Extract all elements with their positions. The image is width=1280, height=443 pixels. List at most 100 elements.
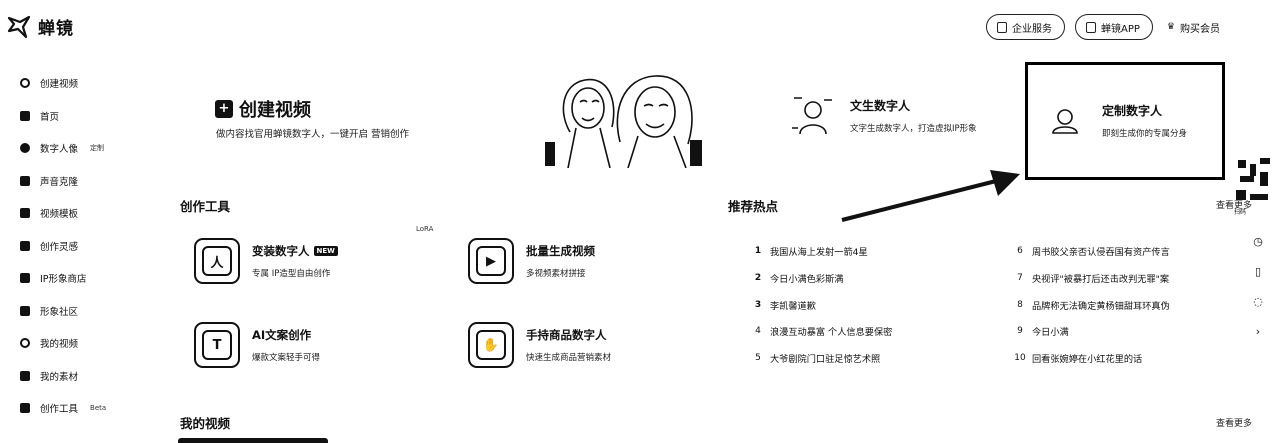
hot-text: 我国从海上发射一箭4星 <box>770 247 868 258</box>
enterprise-button[interactable]: 企业服务 <box>986 14 1066 40</box>
rank-number: 4 <box>755 326 761 337</box>
rank-number: 6 <box>1017 246 1023 256</box>
sidebar-item-tools[interactable]: 创作工具 Beta <box>20 397 150 419</box>
hot-section-title: 推荐热点 <box>728 199 779 214</box>
dress-up-icon: 人 <box>194 238 240 284</box>
crown-icon: ♛ <box>1166 22 1175 32</box>
sidebar-item-avatars[interactable]: 数字人像 定制 <box>20 137 150 159</box>
hot-text: 浪漫互动暴富 个人信息要保密 <box>770 327 893 339</box>
tool-glyph: ▶ <box>476 246 506 276</box>
logo-icon <box>7 15 31 39</box>
hot-text: 品牌称无法确定黄杨钿甜耳环真伪 <box>1032 300 1170 312</box>
hot-item[interactable]: 10 回看张婉婷在小红花里的话 <box>1014 348 1254 368</box>
vip-label: 购买会员 <box>1180 23 1220 35</box>
tool-desc: 爆款文案轻手可得 <box>252 353 321 363</box>
sidebar-item-my-assets[interactable]: 我的素材 <box>20 365 150 387</box>
top-bar: 企业服务 蝉镜APP ♛ 购买会员 <box>986 14 1224 40</box>
hot-item[interactable]: 7 央视评"被暴打后还击改判无罪"案 <box>1014 268 1254 288</box>
rank-medal-icon: 3 <box>754 299 762 310</box>
sidebar-item-community[interactable]: 形象社区 <box>20 300 150 322</box>
brand-name: 蝉镜 <box>38 18 74 39</box>
bulb-icon <box>20 240 30 251</box>
tool-desc: 多视频素材拼接 <box>526 269 586 279</box>
rank-medal-icon: 1 <box>754 246 762 256</box>
person-icon <box>20 143 30 153</box>
community-icon <box>20 305 30 316</box>
sidebar-item-voice-clone[interactable]: 声音克隆 <box>20 170 150 192</box>
video-icon <box>20 338 30 348</box>
hot-text: 周书胶父亲否认侵吞国有资产传言 <box>1032 247 1170 258</box>
hot-item[interactable]: 2 今日小满色彩斯满 <box>752 268 992 288</box>
hot-text: 今日小满色彩斯满 <box>770 273 844 285</box>
hero-title-text: 创建视频 <box>239 100 311 121</box>
sidebar-item-ip-shop[interactable]: IP形象商店 <box>20 267 150 289</box>
hot-item[interactable]: 4 浪漫互动暴富 个人信息要保密 <box>752 321 992 341</box>
beta-tag: Beta <box>90 404 107 412</box>
app-button[interactable]: 蝉镜APP <box>1075 14 1153 40</box>
hot-item[interactable]: 9 今日小满 <box>1014 321 1254 341</box>
tool-card-handheld-product[interactable]: ✋ 手持商品数字人 快速生成商品营销素材 <box>468 322 611 368</box>
tool-card-dress-up[interactable]: 人 变装数字人 NEW 专属 IP造型自由创作 <box>194 238 338 284</box>
sidebar-item-my-videos[interactable]: 我的视频 <box>20 332 150 354</box>
hot-item[interactable]: 6 周书胶父亲否认侵吞国有资产传言 <box>1014 241 1254 261</box>
hot-text: 李凯馨道歉 <box>770 300 816 312</box>
rank-number: 9 <box>1017 326 1023 337</box>
vip-button[interactable]: ♛ 购买会员 <box>1163 20 1224 35</box>
book-icon[interactable]: ▯ <box>1255 266 1261 278</box>
brand-logo[interactable]: 蝉镜 <box>6 13 74 39</box>
folder-icon <box>20 370 30 381</box>
custom-avatar-card[interactable]: 定制数字人 即刻生成你的专属分身 <box>1040 97 1187 143</box>
mic-icon <box>20 175 30 186</box>
robot-avatar-icon <box>792 97 832 135</box>
sidebar-item-label: 视频模板 <box>40 209 79 220</box>
sidebar-item-label: 创作灵感 <box>40 241 79 253</box>
text-to-avatar-card[interactable]: 文生数字人 文字生成数字人，打造虚拟IP形象 <box>788 92 977 138</box>
hot-list-right: 6 周书胶父亲否认侵吞国有资产传言 7 央视评"被暴打后还击改判无罪"案 8 品牌称无… <box>1014 241 1254 375</box>
sidebar-item-label: IP形象商店 <box>40 274 87 285</box>
lora-label: LoRA <box>416 225 434 233</box>
tool-desc: 专属 IP造型自由创作 <box>252 269 331 279</box>
hot-list-left: 1 我国从海上发射一箭4星 2 今日小满色彩斯满 3 李凯馨道歉 4 浪漫互动暴富 个人… <box>752 241 992 375</box>
hot-text: 回看张婉婷在小红花里的话 <box>1032 354 1143 366</box>
tools-icon <box>20 403 30 413</box>
feature-title: 定制数字人 <box>1102 103 1163 118</box>
tool-glyph: 人 <box>202 246 232 276</box>
qr-code-icon[interactable]: 扫码 <box>1230 150 1276 220</box>
template-icon <box>20 208 30 218</box>
clock-icon[interactable]: ◷ <box>1253 236 1263 248</box>
sidebar-item-label: 创作工具 <box>40 404 79 415</box>
tool-card-ai-copy[interactable]: T AI文案创作 爆款文案轻手可得 <box>194 322 320 368</box>
tool-glyph: T <box>202 330 232 360</box>
rank-number: 8 <box>1017 299 1023 310</box>
ai-copy-icon: T <box>194 322 240 368</box>
sidebar-item-create-video[interactable]: 创建视频 <box>20 72 150 94</box>
hot-item[interactable]: 5 大爷剧院门口驻足惊艺术照 <box>752 348 992 368</box>
hot-item[interactable]: 3 李凯馨道歉 <box>752 295 992 315</box>
shop-icon <box>20 273 30 283</box>
sidebar-item-label: 我的素材 <box>40 371 79 383</box>
rank-number: 7 <box>1017 272 1023 283</box>
enterprise-label: 企业服务 <box>1012 23 1053 35</box>
right-rail: ◷ ▯ ◌ › <box>1250 236 1266 338</box>
handheld-product-icon: ✋ <box>468 322 514 368</box>
custom-avatar-icon <box>1052 109 1078 134</box>
sidebar-item-label: 声音克隆 <box>40 176 79 188</box>
sidebar-item-label: 首页 <box>40 111 60 123</box>
video-thumbnail[interactable] <box>178 438 328 443</box>
tool-title: 变装数字人 <box>252 244 310 258</box>
sidebar-item-home[interactable]: 首页 <box>20 105 150 127</box>
batch-video-icon: ▶ <box>468 238 514 284</box>
hot-item[interactable]: 8 品牌称无法确定黄杨钿甜耳环真伪 <box>1014 295 1254 315</box>
sidebar-item-inspiration[interactable]: 创作灵感 <box>20 235 150 257</box>
sidebar-item-label: 数字人像 <box>40 144 79 155</box>
tool-card-batch-video[interactable]: ▶ 批量生成视频 多视频素材拼接 <box>468 238 595 284</box>
videos-more-link[interactable]: 查看更多 <box>1216 416 1252 429</box>
tool-glyph: ✋ <box>476 330 506 360</box>
hot-item[interactable]: 1 我国从海上发射一箭4星 <box>752 241 992 261</box>
home-icon <box>20 110 30 121</box>
hero-title[interactable]: + 创建视频 <box>215 96 311 122</box>
sidebar-item-templates[interactable]: 视频模板 <box>20 202 150 224</box>
hot-text: 今日小满 <box>1032 327 1069 339</box>
chat-icon[interactable]: ◌ <box>1253 296 1263 308</box>
chevron-right-icon[interactable]: › <box>1256 326 1260 338</box>
